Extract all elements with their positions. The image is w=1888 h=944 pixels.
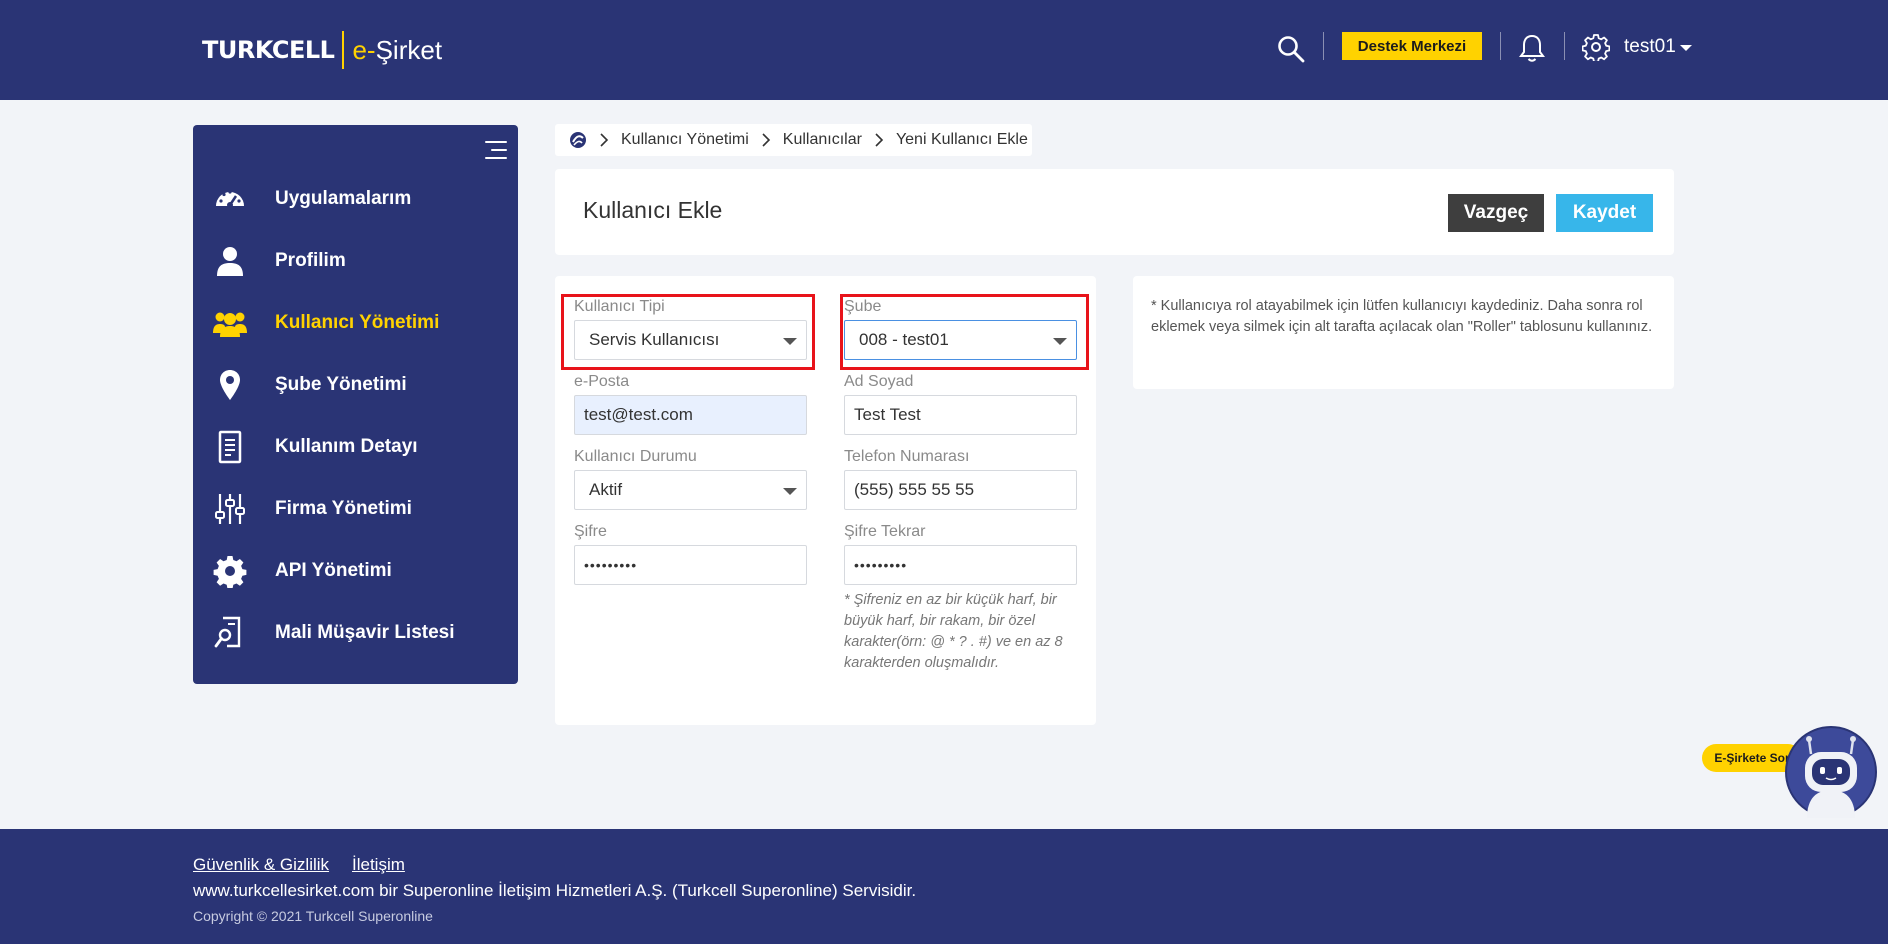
chevron-right-icon [600,133,609,147]
branch-select[interactable]: 008 - test01 [844,320,1077,360]
user-menu-caret-icon[interactable] [1680,45,1692,51]
sidebar-item-usage-details[interactable]: Kullanım Detayı [213,425,503,469]
sidebar-item-profile[interactable]: Profilim [213,239,503,283]
logo-product: e-Şirket [352,34,443,65]
gear-icon [213,556,247,588]
dashboard-icon [216,190,244,208]
sidebar-item-label: Uygulamalarım [275,188,412,209]
branch-value: 008 - test01 [859,330,949,349]
footer-link-security-privacy[interactable]: Güvenlik & Gizlilik [193,855,329,875]
password-input[interactable]: ••••••••• [574,545,807,585]
user-type-value: Servis Kullanıcısı [589,330,720,349]
sidebar-item-branch-management[interactable]: Şube Yönetimi [213,363,503,407]
phone-input[interactable]: (555) 555 55 55 [844,470,1077,510]
bell-icon[interactable] [1518,33,1546,63]
user-form-card: Kullanıcı Tipi Servis Kullanıcısı Şube 0… [555,276,1096,725]
logo-separator [342,31,345,69]
footer-copyright: Copyright © 2021 Turkcell Superonline [193,908,433,924]
phone-value: (555) 555 55 55 [854,480,975,499]
breadcrumb-item-new-user: Yeni Kullanıcı Ekle [895,131,1028,148]
password-label: Şifre [574,523,607,540]
page-header-card: Kullanıcı Ekle Vazgeç Kaydet [555,169,1674,255]
user-status-label: Kullanıcı Durumu [574,448,697,465]
sidebar-item-label: Firma Yönetimi [275,498,412,519]
password-repeat-value: ••••••••• [854,557,908,573]
sidebar-item-accountant-list[interactable]: Mali Müşavir Listesi [213,611,503,655]
sidebar-item-label: Profilim [275,250,346,271]
full-name-input[interactable]: Test Test [844,395,1077,435]
full-name-value: Test Test [854,405,921,424]
phone-label: Telefon Numarası [844,448,970,465]
sidebar-item-label: Şube Yönetimi [275,374,407,395]
header-divider [1500,32,1501,60]
footer-link-contact[interactable]: İletişim [352,855,405,875]
sidebar-item-applications[interactable]: Uygulamalarım [213,177,503,221]
user-status-select[interactable]: Aktif [574,470,807,510]
sidebar-item-company-management[interactable]: Firma Yönetimi [213,487,503,531]
users-icon [213,312,247,337]
page-title: Kullanıcı Ekle [583,197,723,223]
branch-label: Şube [844,298,882,315]
footer-service-text: www.turkcellesirket.com bir Superonline … [193,881,917,900]
document-search-icon [214,616,241,648]
user-type-label: Kullanıcı Tipi [574,298,665,315]
email-value: test@test.com [584,405,693,424]
user-status-value: Aktif [589,480,623,499]
home-logo-icon[interactable] [569,131,587,149]
user-icon [217,247,243,276]
role-info-text: * Kullanıcıya rol atayabilmek için lütfe… [1151,298,1653,335]
username-label[interactable]: test01 [1624,36,1676,58]
footer: Güvenlik & Gizlilik İletişim www.turkcel… [0,829,1888,944]
sidebar-item-label: Kullanıcı Yönetimi [275,312,440,333]
email-label: e-Posta [574,373,630,390]
user-type-select[interactable]: Servis Kullanıcısı [574,320,807,360]
full-name-label: Ad Soyad [844,373,914,390]
turkcell-esirket-logo[interactable]: TURKCELL e-Şirket [202,30,442,70]
sidebar-item-user-management[interactable]: Kullanıcı Yönetimi [213,301,503,345]
chatbot-robot-icon[interactable] [1785,726,1877,818]
save-button[interactable]: Kaydet [1556,194,1653,232]
sliders-icon [215,494,245,524]
breadcrumb: Kullanıcı Yönetimi Kullanıcılar Yeni Kul… [555,124,1032,156]
document-icon [218,430,242,464]
sidebar-item-api-management[interactable]: API Yönetimi [213,549,503,593]
breadcrumb-item-users[interactable]: Kullanıcılar [783,131,862,149]
cancel-button[interactable]: Vazgeç [1448,194,1544,232]
top-header: TURKCELL e-Şirket Destek Merkezi test01 [0,0,1888,100]
password-repeat-label: Şifre Tekrar [844,523,926,540]
map-pin-icon [220,370,240,400]
chevron-right-icon [762,133,770,147]
support-center-button[interactable]: Destek Merkezi [1342,32,1482,60]
menu-toggle-icon[interactable] [481,139,507,161]
search-icon[interactable] [1276,34,1306,64]
sidebar-item-label: API Yönetimi [275,560,392,581]
password-repeat-input[interactable]: ••••••••• [844,545,1077,585]
sidebar: Uygulamalarım Profilim Kullanıcı Yönetim… [193,125,518,684]
breadcrumb-item-user-management[interactable]: Kullanıcı Yönetimi [621,131,749,149]
sidebar-item-label: Mali Müşavir Listesi [275,622,455,643]
sidebar-item-label: Kullanım Detayı [275,436,418,457]
chevron-right-icon [875,133,884,147]
header-divider [1564,32,1565,60]
settings-gear-icon[interactable] [1582,33,1610,61]
password-hint: * Şifreniz en az bir küçük harf, bir büy… [844,592,1063,671]
header-divider [1323,32,1324,60]
password-value: ••••••••• [584,557,638,573]
email-input[interactable]: test@test.com [574,395,807,435]
role-info-card: * Kullanıcıya rol atayabilmek için lütfe… [1133,276,1674,389]
logo-brand: TURKCELL [202,36,335,64]
